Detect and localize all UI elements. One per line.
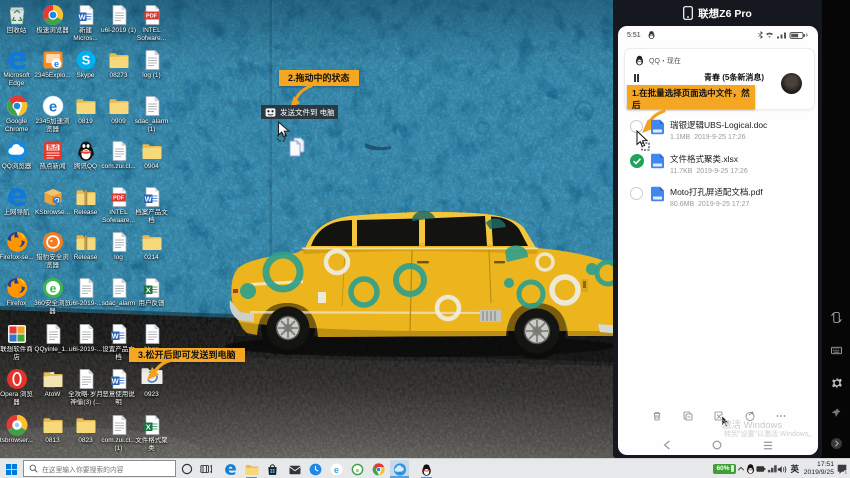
svg-text:e: e (53, 59, 58, 69)
svg-text:W: W (111, 331, 119, 340)
svg-text:W: W (78, 12, 86, 21)
svg-text:e: e (49, 281, 56, 295)
svg-text:X: X (145, 422, 150, 431)
svg-text:e: e (334, 465, 339, 475)
svg-text:e: e (48, 99, 56, 116)
svg-text:X: X (145, 285, 150, 294)
svg-text:e: e (356, 468, 359, 474)
svg-text:PDF: PDF (113, 196, 125, 202)
svg-text:S: S (81, 53, 90, 68)
svg-text:W: W (144, 194, 152, 203)
svg-text:热点: 热点 (47, 144, 58, 152)
svg-text:PDF: PDF (146, 14, 158, 20)
svg-text:W: W (111, 376, 119, 385)
